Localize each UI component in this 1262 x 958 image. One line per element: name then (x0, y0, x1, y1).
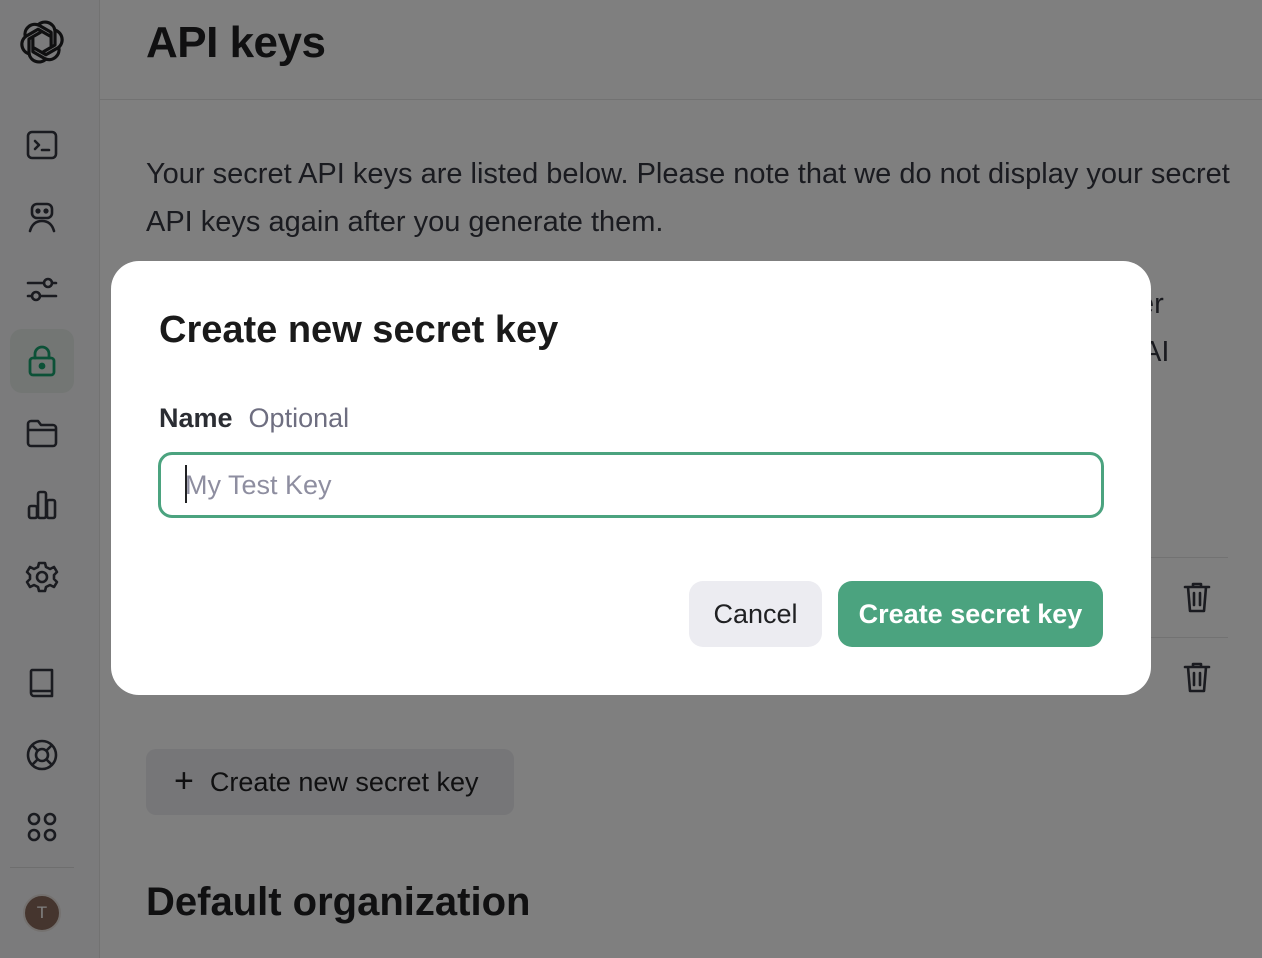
key-name-input[interactable] (158, 452, 1104, 518)
create-key-dialog: Create new secret key Name Optional Canc… (111, 261, 1151, 695)
field-label-text: Name (159, 403, 233, 433)
app-root: T API keys Your secret API keys are list… (0, 0, 1262, 958)
cancel-button[interactable]: Cancel (689, 581, 822, 647)
create-secret-key-button[interactable]: Create secret key (838, 581, 1103, 647)
dialog-title: Create new secret key (159, 309, 559, 351)
field-optional-hint: Optional (248, 403, 350, 433)
name-field-label: Name Optional (159, 403, 349, 434)
text-cursor (185, 465, 187, 503)
